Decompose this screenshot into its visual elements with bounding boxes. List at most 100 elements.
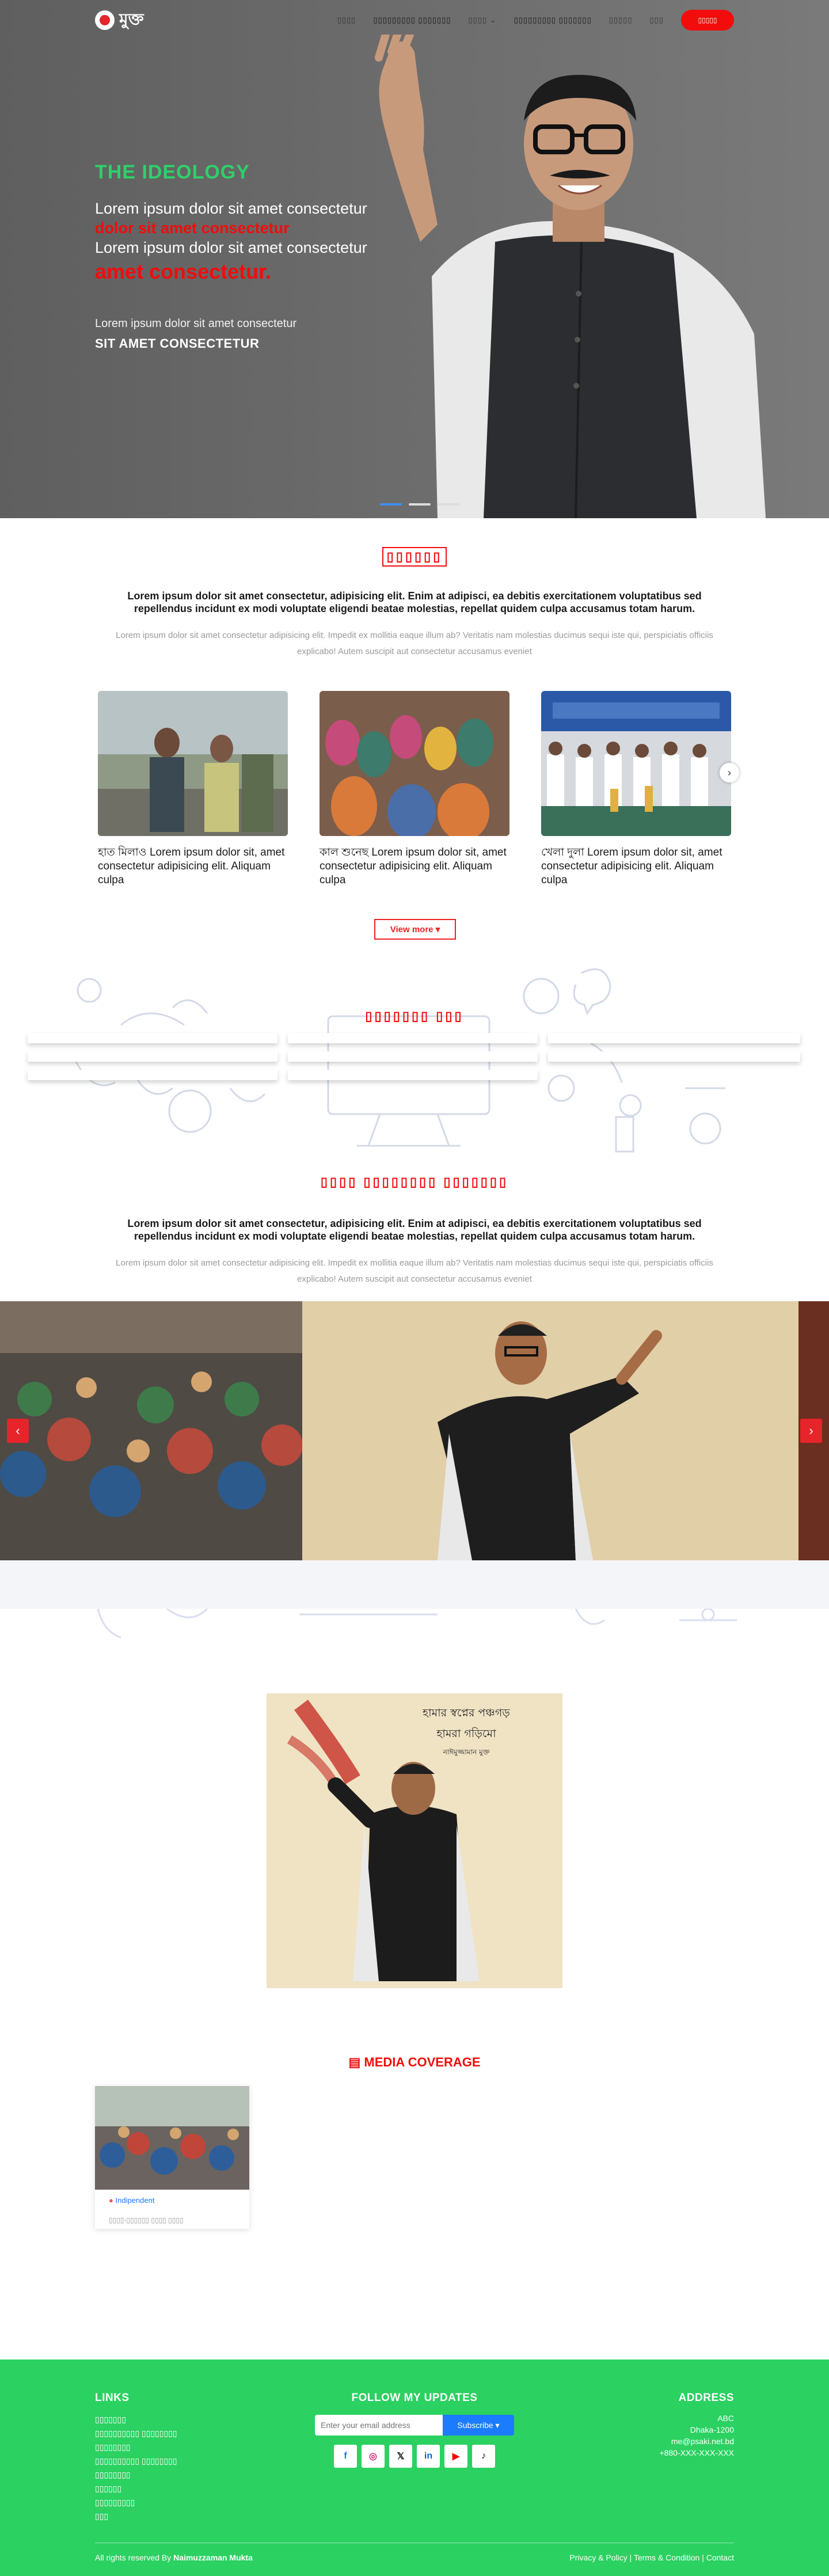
card[interactable]: খেলা দুলা Lorem ipsum dolor sit, amet co… [541, 691, 731, 887]
event-tab[interactable] [288, 1070, 538, 1080]
youtube-icon[interactable]: ▶ [444, 2445, 467, 2468]
media-card-image [95, 2086, 249, 2190]
footer-link[interactable]: ▯▯▯▯▯▯▯▯▯ [95, 2495, 177, 2509]
newsletter-email-input[interactable] [315, 2415, 443, 2436]
card-caption: হাত মিলাও Lorem ipsum dolor sit, amet co… [98, 846, 285, 886]
footer-link[interactable]: ▯▯▯▯▯▯▯▯▯▯ ▯▯▯▯▯▯▯▯ [95, 2426, 177, 2440]
hero-line-2: dolor sit amet consectetur [95, 219, 290, 237]
hero-subtitle-2: SIT AMET CONSECTETUR [95, 336, 260, 351]
media-section: ▤ MEDIA COVERAGE ● Indipendent ▯▯▯▯-▯▯▯▯… [0, 2055, 829, 2247]
slider-dot-2[interactable] [409, 503, 431, 506]
doodle-background-image [74, 968, 725, 1153]
event-tab[interactable] [548, 1033, 800, 1043]
media-title: MEDIA COVERAGE [364, 2055, 481, 2069]
address-phone: +880-XXX-XXX-XXX [659, 2448, 734, 2457]
carousel-prev-icon[interactable]: ‹ [7, 1419, 29, 1443]
menu-item-2[interactable]: ▯▯▯▯▯▯▯▯▯ ▯▯▯▯▯▯▯ [373, 16, 451, 25]
doodle-border-image [97, 1608, 737, 1639]
address-line: ABC [717, 2414, 734, 2423]
main-menu: ▯▯▯▯ ▯▯▯▯▯▯▯▯▯ ▯▯▯▯▯▯▯ ▯▯▯▯ ⌄ ▯▯▯▯▯▯▯▯▯ … [337, 10, 734, 31]
carousel-next-icon[interactable]: › [800, 1419, 822, 1443]
media-card[interactable]: ● Indipendent ▯▯▯▯-▯▯▯▯▯▯ ▯▯▯▯ ▯▯▯▯ [95, 2086, 249, 2229]
poster-line-1: হামার স্বপ্নের পঞ্চগড় [423, 1707, 510, 1719]
menu-item-1[interactable]: ▯▯▯▯ [337, 16, 356, 25]
chevron-down-icon: ⌄ [489, 16, 497, 24]
copyright-prefix: All rights reserved By [95, 2553, 174, 2562]
menu-item-4[interactable]: ▯▯▯▯▯▯▯▯▯ ▯▯▯▯▯▯▯ [514, 16, 592, 25]
gallery-muted: Lorem ipsum dolor sit amet consectetur a… [116, 1258, 713, 1284]
slider-dot-1[interactable] [380, 503, 402, 506]
event-tab[interactable] [548, 1051, 800, 1062]
tiktok-icon[interactable]: ♪ [472, 2445, 495, 2468]
menu-item-6[interactable]: ▯▯▯ [650, 16, 664, 25]
card-image [98, 691, 288, 836]
hero-subtitle: Lorem ipsum dolor sit amet consectetur [95, 317, 297, 330]
hero-text-block: THE IDEOLOGY Lorem ipsum dolor sit amet … [95, 161, 440, 351]
menu-item-5[interactable]: ▯▯▯▯▯ [609, 16, 633, 25]
address-line: Dhaka-1200 [690, 2425, 734, 2434]
light-band [0, 1560, 829, 1609]
card-caption: কাল শুনেছ Lorem ipsum dolor sit, amet co… [320, 846, 507, 886]
hero-line-4: amet consectetur. [95, 260, 272, 283]
slider-dot-3[interactable] [438, 503, 459, 506]
event-tab[interactable] [288, 1033, 538, 1043]
footer-link[interactable]: ▯▯▯▯▯▯▯▯ [95, 2468, 177, 2482]
legal-links[interactable]: Privacy & Policy | Terms & Condition | C… [569, 2553, 734, 2562]
logo-mark-icon [95, 10, 115, 30]
top-navbar: মুক্ত ▯▯▯▯ ▯▯▯▯▯▯▯▯▯ ▯▯▯▯▯▯▯ ▯▯▯▯ ⌄ ▯▯▯▯… [0, 0, 829, 40]
x-twitter-icon[interactable]: 𝕏 [389, 2445, 412, 2468]
carousel-next-icon[interactable]: › [720, 763, 739, 782]
about-lead: Lorem ipsum dolor sit amet consectetur, … [127, 590, 702, 614]
event-tab[interactable] [288, 1051, 538, 1062]
footer-link[interactable]: ▯▯▯▯▯▯▯▯ [95, 2440, 177, 2454]
copyright-name[interactable]: Naimuzzaman Mukta [173, 2553, 253, 2562]
menu-item-3-label: ▯▯▯▯ [468, 16, 488, 24]
event-tab[interactable] [28, 1033, 277, 1043]
site-footer: LINKS ▯▯▯▯▯▯▯ ▯▯▯▯▯▯▯▯▯▯ ▯▯▯▯▯▯▯▯ ▯▯▯▯▯▯… [0, 2360, 829, 2576]
gallery-slide-image [0, 1301, 829, 1560]
event-tab[interactable] [28, 1070, 277, 1080]
poster-section: হামার স্বপ্নের পঞ্চগড় হামরা গড়িমো নাঈম… [0, 1669, 829, 2055]
hero-line-3: Lorem ipsum dolor sit amet consectetur [95, 239, 367, 256]
subscribe-button[interactable]: Subscribe ▾ [443, 2415, 514, 2436]
footer-follow-title: FOLLOW MY UPDATES [351, 2392, 478, 2404]
card-carousel: হাত মিলাও Lorem ipsum dolor sit, amet co… [98, 691, 731, 887]
card-image [320, 691, 509, 841]
media-headline: ▯▯▯▯-▯▯▯▯▯▯ ▯▯▯▯ ▯▯▯▯ [109, 2216, 184, 2224]
footer-link[interactable]: ▯▯▯ [95, 2509, 177, 2523]
gallery-section: ▯▯▯▯ ▯▯▯▯▯▯▯▯ ▯▯▯▯▯▯▯ Lorem ipsum dolor … [0, 1175, 829, 1284]
poster-line-2: হামরা গড়িমো [436, 1727, 496, 1740]
address-email[interactable]: me@psaki.net.bd [659, 2436, 734, 2447]
gallery-lead: Lorem ipsum dolor sit amet consectetur, … [127, 1218, 702, 1242]
menu-item-3[interactable]: ▯▯▯▯ ⌄ [469, 16, 497, 25]
nav-cta-button[interactable]: ▯▯▯▯▯ [681, 10, 734, 31]
event-tab[interactable] [28, 1051, 277, 1062]
about-section: ▯▯▯▯▯▯ Lorem ipsum dolor sit amet consec… [0, 518, 829, 956]
site-logo[interactable]: মুক্ত [95, 7, 144, 34]
card[interactable]: কাল শুনেছ Lorem ipsum dolor sit, amet co… [320, 691, 509, 887]
hero-slider: THE IDEOLOGY Lorem ipsum dolor sit amet … [0, 0, 829, 518]
events-section: ▯▯▯▯▯▯▯ ▯▯▯ [0, 956, 829, 1175]
gallery-carousel: ‹ › [0, 1301, 829, 1560]
footer-link[interactable]: ▯▯▯▯▯▯▯▯▯▯ ▯▯▯▯▯▯▯▯ [95, 2454, 177, 2468]
gallery-title: ▯▯▯▯ ▯▯▯▯▯▯▯▯ ▯▯▯▯▯▯▯ [320, 1175, 509, 1189]
card[interactable]: হাত মিলাও Lorem ipsum dolor sit, amet co… [98, 691, 288, 887]
slider-indicators [380, 503, 459, 506]
events-title: ▯▯▯▯▯▯▯ ▯▯▯ [365, 1009, 464, 1023]
instagram-icon[interactable]: ◎ [362, 2445, 385, 2468]
footer-address-title: ADDRESS [678, 2392, 734, 2404]
footer-link[interactable]: ▯▯▯▯▯▯▯ [95, 2412, 177, 2426]
about-title: ▯▯▯▯▯▯ [382, 547, 447, 567]
card-caption: খেলা দুলা Lorem ipsum dolor sit, amet co… [541, 846, 722, 886]
hero-line-1: Lorem ipsum dolor sit amet consectetur [95, 200, 367, 217]
user-icon: ● [109, 2196, 113, 2205]
linkedin-icon[interactable]: in [417, 2445, 440, 2468]
hero-kicker: THE IDEOLOGY [95, 161, 250, 183]
facebook-icon[interactable]: f [334, 2445, 357, 2468]
footer-links-title: LINKS [95, 2392, 130, 2404]
card-image [541, 691, 731, 836]
about-muted: Lorem ipsum dolor sit amet consectetur a… [116, 630, 713, 656]
view-more-button[interactable]: View more ▾ [374, 919, 456, 940]
footer-link[interactable]: ▯▯▯▯▯▯ [95, 2482, 177, 2495]
newspaper-icon: ▤ [348, 2055, 361, 2069]
